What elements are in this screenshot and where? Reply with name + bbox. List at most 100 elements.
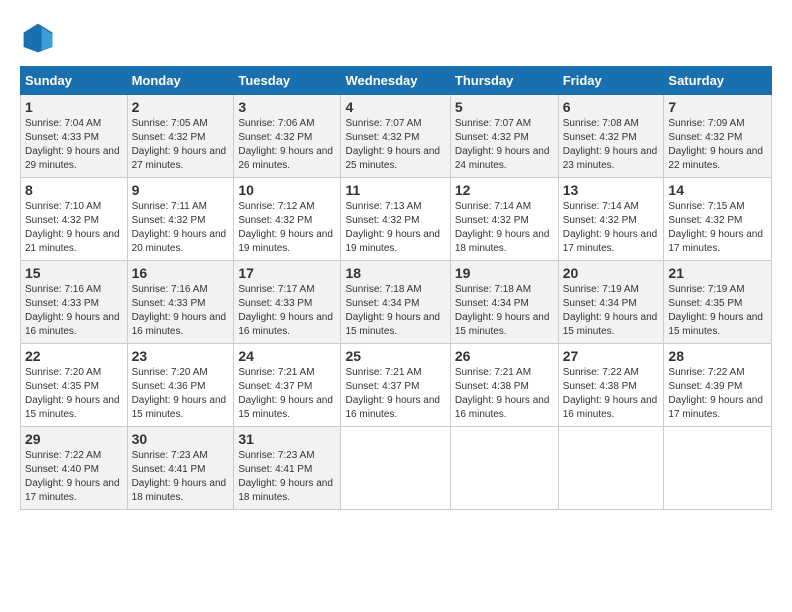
day-number: 22 [25, 348, 123, 364]
calendar-table: SundayMondayTuesdayWednesdayThursdayFrid… [20, 66, 772, 510]
day-number: 5 [455, 99, 554, 115]
day-cell [558, 427, 664, 510]
day-cell: 20 Sunrise: 7:19 AMSunset: 4:34 PMDaylig… [558, 261, 664, 344]
day-cell: 10 Sunrise: 7:12 AMSunset: 4:32 PMDaylig… [234, 178, 341, 261]
day-cell: 22 Sunrise: 7:20 AMSunset: 4:35 PMDaylig… [21, 344, 128, 427]
week-row-3: 15 Sunrise: 7:16 AMSunset: 4:33 PMDaylig… [21, 261, 772, 344]
day-number: 30 [132, 431, 230, 447]
day-cell: 18 Sunrise: 7:18 AMSunset: 4:34 PMDaylig… [341, 261, 450, 344]
header-cell-monday: Monday [127, 67, 234, 95]
day-cell: 2 Sunrise: 7:05 AMSunset: 4:32 PMDayligh… [127, 95, 234, 178]
header-cell-tuesday: Tuesday [234, 67, 341, 95]
day-info: Sunrise: 7:04 AMSunset: 4:33 PMDaylight:… [25, 118, 120, 171]
day-number: 12 [455, 182, 554, 198]
day-cell: 6 Sunrise: 7:08 AMSunset: 4:32 PMDayligh… [558, 95, 664, 178]
day-info: Sunrise: 7:18 AMSunset: 4:34 PMDaylight:… [455, 284, 550, 337]
logo [20, 20, 60, 56]
day-cell [450, 427, 558, 510]
day-cell: 5 Sunrise: 7:07 AMSunset: 4:32 PMDayligh… [450, 95, 558, 178]
day-cell: 25 Sunrise: 7:21 AMSunset: 4:37 PMDaylig… [341, 344, 450, 427]
day-number: 29 [25, 431, 123, 447]
day-info: Sunrise: 7:22 AMSunset: 4:38 PMDaylight:… [563, 367, 658, 420]
day-cell: 13 Sunrise: 7:14 AMSunset: 4:32 PMDaylig… [558, 178, 664, 261]
day-info: Sunrise: 7:20 AMSunset: 4:35 PMDaylight:… [25, 367, 120, 420]
day-cell: 26 Sunrise: 7:21 AMSunset: 4:38 PMDaylig… [450, 344, 558, 427]
day-info: Sunrise: 7:13 AMSunset: 4:32 PMDaylight:… [345, 201, 440, 254]
day-number: 7 [668, 99, 767, 115]
day-cell: 8 Sunrise: 7:10 AMSunset: 4:32 PMDayligh… [21, 178, 128, 261]
day-number: 20 [563, 265, 660, 281]
header-cell-thursday: Thursday [450, 67, 558, 95]
week-row-4: 22 Sunrise: 7:20 AMSunset: 4:35 PMDaylig… [21, 344, 772, 427]
header-cell-wednesday: Wednesday [341, 67, 450, 95]
day-info: Sunrise: 7:21 AMSunset: 4:37 PMDaylight:… [238, 367, 333, 420]
day-number: 10 [238, 182, 336, 198]
day-cell [664, 427, 772, 510]
day-number: 23 [132, 348, 230, 364]
day-number: 6 [563, 99, 660, 115]
header-cell-sunday: Sunday [21, 67, 128, 95]
day-cell: 16 Sunrise: 7:16 AMSunset: 4:33 PMDaylig… [127, 261, 234, 344]
day-info: Sunrise: 7:18 AMSunset: 4:34 PMDaylight:… [345, 284, 440, 337]
day-info: Sunrise: 7:22 AMSunset: 4:39 PMDaylight:… [668, 367, 763, 420]
day-cell: 7 Sunrise: 7:09 AMSunset: 4:32 PMDayligh… [664, 95, 772, 178]
day-cell: 27 Sunrise: 7:22 AMSunset: 4:38 PMDaylig… [558, 344, 664, 427]
day-number: 11 [345, 182, 445, 198]
day-info: Sunrise: 7:17 AMSunset: 4:33 PMDaylight:… [238, 284, 333, 337]
day-number: 24 [238, 348, 336, 364]
day-cell: 23 Sunrise: 7:20 AMSunset: 4:36 PMDaylig… [127, 344, 234, 427]
day-info: Sunrise: 7:05 AMSunset: 4:32 PMDaylight:… [132, 118, 227, 171]
day-cell: 29 Sunrise: 7:22 AMSunset: 4:40 PMDaylig… [21, 427, 128, 510]
day-number: 27 [563, 348, 660, 364]
day-number: 31 [238, 431, 336, 447]
day-info: Sunrise: 7:10 AMSunset: 4:32 PMDaylight:… [25, 201, 120, 254]
day-info: Sunrise: 7:21 AMSunset: 4:37 PMDaylight:… [345, 367, 440, 420]
day-number: 17 [238, 265, 336, 281]
day-info: Sunrise: 7:21 AMSunset: 4:38 PMDaylight:… [455, 367, 550, 420]
day-number: 9 [132, 182, 230, 198]
page-header [20, 20, 772, 56]
day-info: Sunrise: 7:19 AMSunset: 4:34 PMDaylight:… [563, 284, 658, 337]
day-cell: 24 Sunrise: 7:21 AMSunset: 4:37 PMDaylig… [234, 344, 341, 427]
header-row: SundayMondayTuesdayWednesdayThursdayFrid… [21, 67, 772, 95]
day-info: Sunrise: 7:23 AMSunset: 4:41 PMDaylight:… [238, 450, 333, 503]
day-info: Sunrise: 7:22 AMSunset: 4:40 PMDaylight:… [25, 450, 120, 503]
day-number: 15 [25, 265, 123, 281]
day-number: 25 [345, 348, 445, 364]
day-cell: 11 Sunrise: 7:13 AMSunset: 4:32 PMDaylig… [341, 178, 450, 261]
header-cell-saturday: Saturday [664, 67, 772, 95]
day-cell: 19 Sunrise: 7:18 AMSunset: 4:34 PMDaylig… [450, 261, 558, 344]
day-cell: 14 Sunrise: 7:15 AMSunset: 4:32 PMDaylig… [664, 178, 772, 261]
day-cell: 17 Sunrise: 7:17 AMSunset: 4:33 PMDaylig… [234, 261, 341, 344]
day-number: 8 [25, 182, 123, 198]
day-cell [341, 427, 450, 510]
day-info: Sunrise: 7:11 AMSunset: 4:32 PMDaylight:… [132, 201, 227, 254]
header-cell-friday: Friday [558, 67, 664, 95]
day-cell: 12 Sunrise: 7:14 AMSunset: 4:32 PMDaylig… [450, 178, 558, 261]
day-cell: 1 Sunrise: 7:04 AMSunset: 4:33 PMDayligh… [21, 95, 128, 178]
day-info: Sunrise: 7:12 AMSunset: 4:32 PMDaylight:… [238, 201, 333, 254]
day-cell: 3 Sunrise: 7:06 AMSunset: 4:32 PMDayligh… [234, 95, 341, 178]
logo-icon [20, 20, 56, 56]
day-cell: 9 Sunrise: 7:11 AMSunset: 4:32 PMDayligh… [127, 178, 234, 261]
day-info: Sunrise: 7:07 AMSunset: 4:32 PMDaylight:… [455, 118, 550, 171]
day-number: 18 [345, 265, 445, 281]
day-info: Sunrise: 7:14 AMSunset: 4:32 PMDaylight:… [563, 201, 658, 254]
day-cell: 28 Sunrise: 7:22 AMSunset: 4:39 PMDaylig… [664, 344, 772, 427]
day-info: Sunrise: 7:16 AMSunset: 4:33 PMDaylight:… [25, 284, 120, 337]
day-info: Sunrise: 7:14 AMSunset: 4:32 PMDaylight:… [455, 201, 550, 254]
day-cell: 15 Sunrise: 7:16 AMSunset: 4:33 PMDaylig… [21, 261, 128, 344]
day-number: 16 [132, 265, 230, 281]
week-row-2: 8 Sunrise: 7:10 AMSunset: 4:32 PMDayligh… [21, 178, 772, 261]
day-info: Sunrise: 7:23 AMSunset: 4:41 PMDaylight:… [132, 450, 227, 503]
day-number: 21 [668, 265, 767, 281]
day-number: 14 [668, 182, 767, 198]
week-row-5: 29 Sunrise: 7:22 AMSunset: 4:40 PMDaylig… [21, 427, 772, 510]
day-number: 28 [668, 348, 767, 364]
day-number: 4 [345, 99, 445, 115]
day-number: 26 [455, 348, 554, 364]
day-info: Sunrise: 7:20 AMSunset: 4:36 PMDaylight:… [132, 367, 227, 420]
day-cell: 21 Sunrise: 7:19 AMSunset: 4:35 PMDaylig… [664, 261, 772, 344]
day-number: 2 [132, 99, 230, 115]
day-number: 13 [563, 182, 660, 198]
